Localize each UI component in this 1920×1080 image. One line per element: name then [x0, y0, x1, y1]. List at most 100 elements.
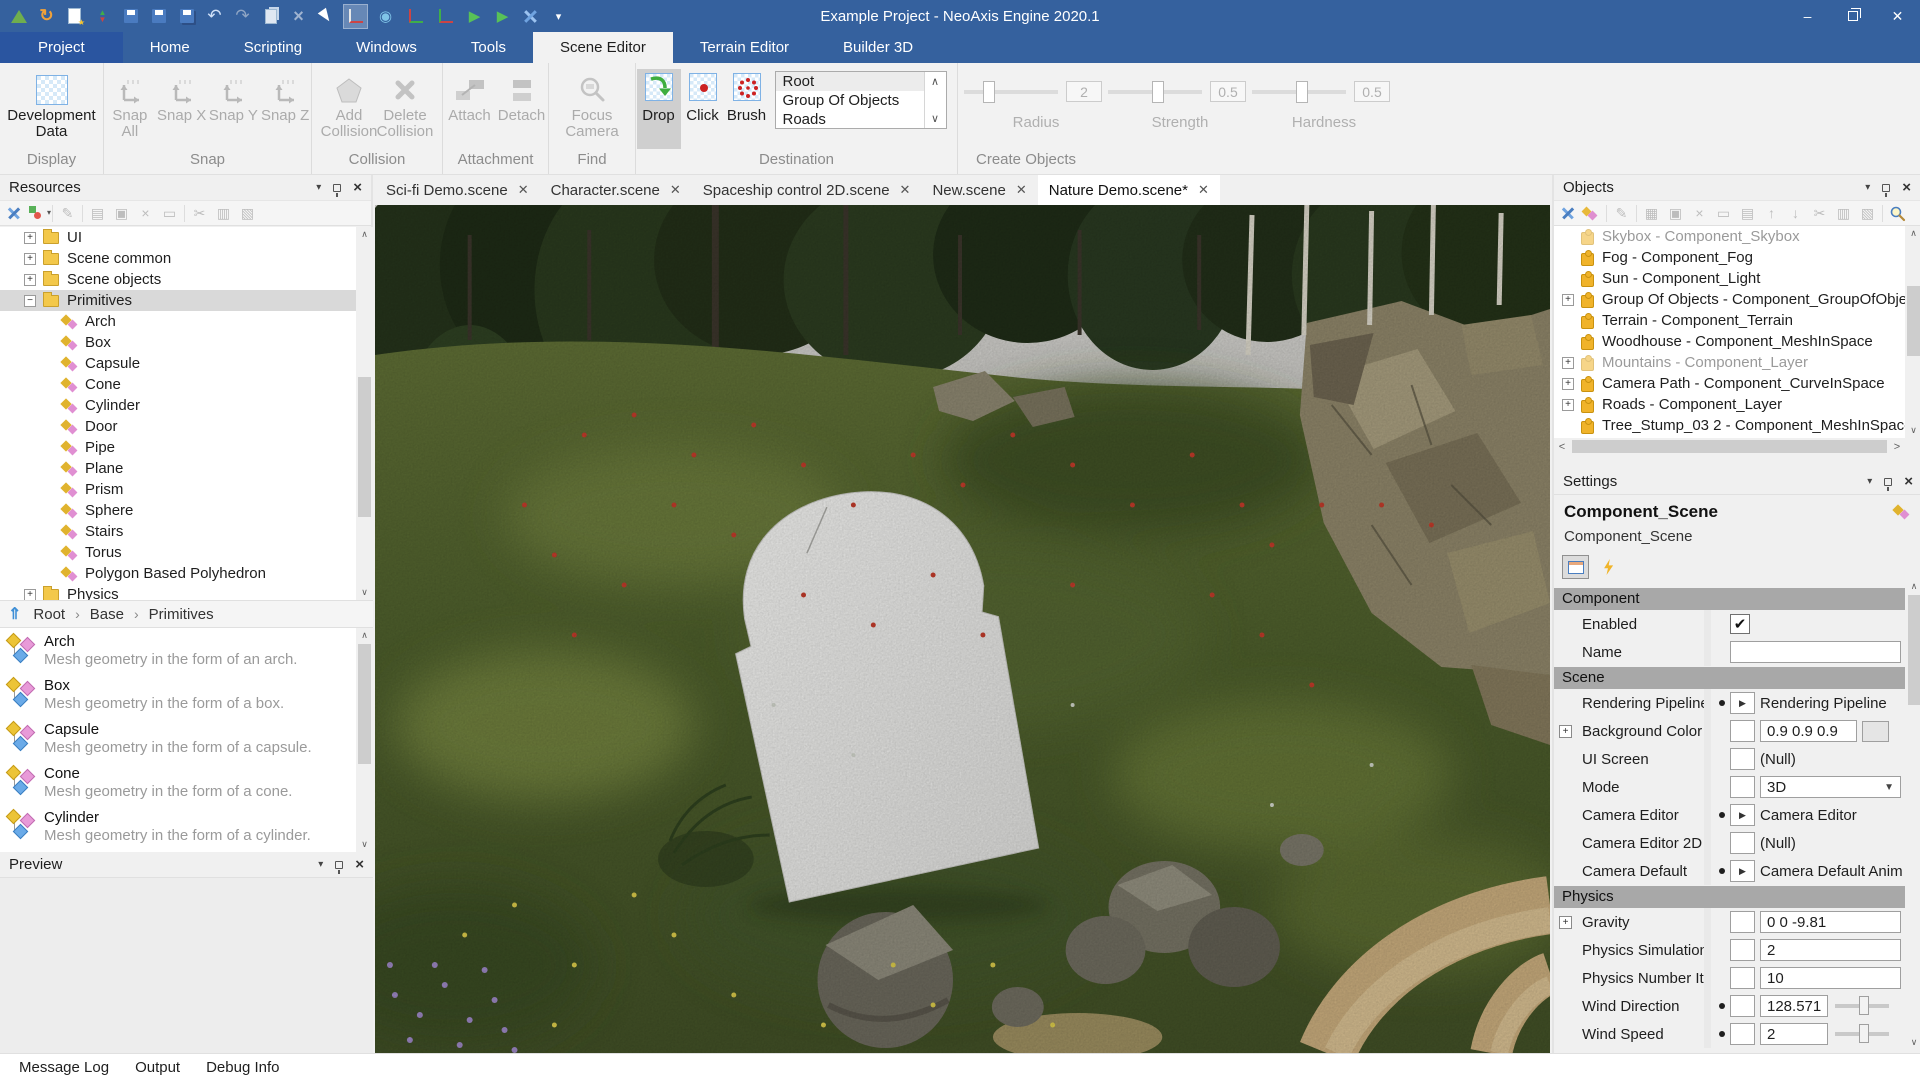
new-file-icon[interactable]: [64, 6, 85, 27]
close-tab-icon[interactable]: ✕: [670, 182, 681, 198]
close-button[interactable]: ✕: [1875, 0, 1920, 32]
menu-tab-terrain-editor[interactable]: Terrain Editor: [673, 32, 816, 63]
save-as-icon[interactable]: [148, 6, 169, 27]
dropdown-caret-icon[interactable]: ▼: [1884, 782, 1894, 793]
duplicate-icon[interactable]: [260, 6, 281, 27]
objects-tree-item-tree-stump-03-2-component-meshinspace[interactable]: Tree_Stump_03 2 - Component_MeshInSpace: [1554, 415, 1905, 436]
objects-menu-icon[interactable]: ▾: [1865, 182, 1870, 193]
attach-button[interactable]: Attach: [444, 69, 496, 147]
toolbar-components-icon[interactable]: [1582, 204, 1601, 223]
destination-option-roads[interactable]: Roads: [776, 110, 924, 128]
toolbar-edit-icon[interactable]: ✎: [1612, 204, 1631, 223]
scene-tab-spaceship-control-2d-scene[interactable]: Spaceship control 2D.scene✕: [692, 175, 922, 205]
color-swatch[interactable]: [1862, 721, 1889, 742]
refresh-icon[interactable]: [36, 6, 57, 27]
slider-handle[interactable]: [1296, 81, 1308, 103]
development-data-button[interactable]: Development Data: [2, 69, 102, 147]
expand-reference-button[interactable]: ▶: [1730, 860, 1755, 882]
save-all-icon[interactable]: [176, 6, 197, 27]
resources-tree-item-scene-objects[interactable]: +Scene objects: [0, 269, 373, 290]
resources-tree-item-sphere[interactable]: Sphere: [0, 500, 373, 521]
objects-tree-item-skybox-component-skybox[interactable]: Skybox - Component_Skybox: [1554, 226, 1905, 247]
tree-expander-icon[interactable]: +: [1562, 357, 1574, 369]
properties-tab-icon[interactable]: [1562, 555, 1589, 579]
tree-expander-icon[interactable]: +: [1562, 294, 1574, 306]
value-box[interactable]: [1730, 832, 1755, 854]
ribbon-button-snap-z[interactable]: Snap Z: [259, 69, 311, 147]
scene-tab-sci-fi-demo-scene[interactable]: Sci-fi Demo.scene✕: [375, 175, 540, 205]
radius-slider[interactable]: [964, 90, 1058, 94]
toolbar-duplicate-icon[interactable]: ▤: [1738, 204, 1757, 223]
value-box[interactable]: [1730, 995, 1755, 1017]
destination-mode-drop[interactable]: Drop: [637, 69, 681, 149]
destination-list-scrollbar[interactable]: ∧ ∨: [924, 72, 946, 128]
close-tab-icon[interactable]: ✕: [1198, 182, 1209, 198]
toolbar-tools-icon[interactable]: [1558, 204, 1577, 223]
3d-viewport[interactable]: [375, 205, 1550, 1053]
menu-tab-windows[interactable]: Windows: [329, 32, 444, 63]
dropdown-field[interactable]: 3D▼: [1760, 776, 1901, 798]
resource-item-cone[interactable]: ConeMesh geometry in the form of a cone.: [0, 760, 373, 804]
settings-category-scene[interactable]: Scene: [1554, 667, 1905, 689]
slider-handle[interactable]: [1152, 81, 1164, 103]
tree-expander-icon[interactable]: +: [1562, 399, 1574, 411]
toolbar-filter-icon[interactable]: ▾: [28, 204, 47, 223]
destination-mode-click[interactable]: Click: [681, 69, 725, 149]
objects-tree-item-camera-path-component-curveinspace[interactable]: +Camera Path - Component_CurveInSpace: [1554, 373, 1905, 394]
restore-button[interactable]: [1830, 0, 1875, 32]
settings-category-component[interactable]: Component: [1554, 588, 1905, 610]
scale-icon[interactable]: [404, 5, 427, 28]
value-box[interactable]: [1730, 720, 1755, 742]
delete-icon[interactable]: [288, 6, 309, 27]
value-box[interactable]: [1730, 748, 1755, 770]
destination-option-group-of-objects[interactable]: Group Of Objects: [776, 91, 924, 110]
transform-icon[interactable]: [434, 5, 457, 28]
slider-handle[interactable]: [1859, 1024, 1869, 1043]
toolbar-rename-icon[interactable]: ▭: [1714, 204, 1733, 223]
objects-tree-vscrollbar[interactable]: ∧ ∨: [1905, 226, 1920, 438]
scroll-thumb[interactable]: [1908, 595, 1920, 705]
resource-item-arch[interactable]: ArchMesh geometry in the form of an arch…: [0, 628, 373, 672]
toolbar-edit-icon[interactable]: ✎: [58, 204, 77, 223]
tree-expander-icon[interactable]: +: [1562, 378, 1574, 390]
resources-items-scrollbar[interactable]: ∧ ∨: [356, 628, 373, 852]
slider-handle[interactable]: [983, 81, 995, 103]
scene-tab-character-scene[interactable]: Character.scene✕: [540, 175, 692, 205]
value-field[interactable]: 128.571: [1760, 995, 1828, 1017]
resources-tree-item-primitives[interactable]: −Primitives: [0, 290, 373, 311]
toolbar-search-icon[interactable]: [1888, 204, 1907, 223]
add-collision-button[interactable]: Add Collision: [321, 69, 377, 147]
scroll-thumb[interactable]: [1572, 440, 1887, 453]
menu-tab-scripting[interactable]: Scripting: [217, 32, 329, 63]
tools-icon[interactable]: [520, 6, 541, 27]
objects-pin-icon[interactable]: [1882, 184, 1890, 192]
value-box[interactable]: [1730, 911, 1755, 933]
settings-category-physics[interactable]: Physics: [1554, 886, 1905, 908]
menu-tab-tools[interactable]: Tools: [444, 32, 533, 63]
scene-tab-new-scene[interactable]: New.scene✕: [921, 175, 1037, 205]
minimize-button[interactable]: –: [1785, 0, 1830, 32]
property-slider[interactable]: [1835, 1032, 1889, 1036]
scroll-thumb[interactable]: [358, 644, 371, 764]
toolbar-cut-icon[interactable]: ✂: [190, 204, 209, 223]
menu-tab-builder-3d[interactable]: Builder 3D: [816, 32, 940, 63]
toolbar-copy-icon[interactable]: ▥: [1834, 204, 1853, 223]
resources-tree-item-prism[interactable]: Prism: [0, 479, 373, 500]
scroll-up-icon[interactable]: ∧: [1906, 579, 1920, 594]
strength-slider[interactable]: [1108, 90, 1202, 94]
more-icon[interactable]: [548, 6, 569, 27]
objects-close-icon[interactable]: ×: [1902, 180, 1911, 195]
breadcrumb-item-base[interactable]: Base: [90, 606, 124, 623]
menu-tab-project[interactable]: Project: [0, 32, 123, 63]
resources-tree-item-scene-common[interactable]: +Scene common: [0, 248, 373, 269]
select-icon[interactable]: [316, 6, 337, 27]
menu-tab-scene-editor[interactable]: Scene Editor: [533, 32, 673, 63]
run-icon[interactable]: [492, 6, 513, 27]
resources-tree-item-stairs[interactable]: Stairs: [0, 521, 373, 542]
resource-item-capsule[interactable]: CapsuleMesh geometry in the form of a ca…: [0, 716, 373, 760]
rotate-icon[interactable]: [374, 5, 397, 28]
bottom-tab-output[interactable]: Output: [122, 1054, 193, 1080]
value-field[interactable]: 2: [1760, 939, 1901, 961]
value-field[interactable]: 2: [1760, 1023, 1828, 1045]
toolbar-window-icon[interactable]: ▦: [1642, 204, 1661, 223]
